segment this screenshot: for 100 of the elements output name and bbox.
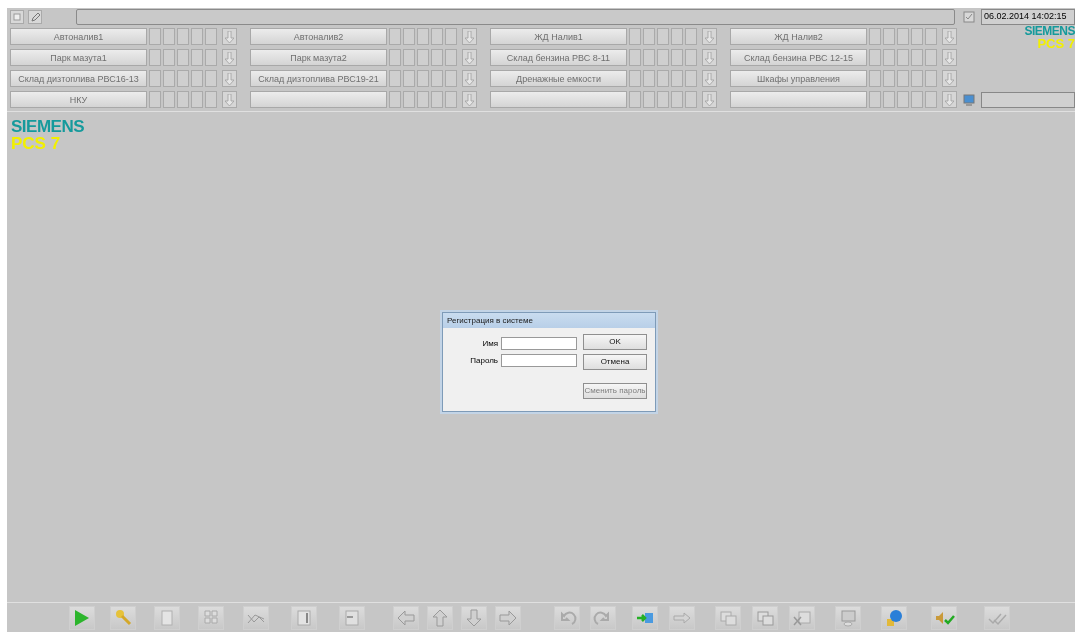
toolbar-button[interactable] (632, 605, 658, 630)
area-button[interactable]: Автоналив1 (10, 28, 147, 45)
alarm-indicator (389, 91, 401, 108)
alarm-indicator (897, 49, 909, 66)
down-arrow-icon (705, 30, 714, 43)
alarm-indicator (149, 28, 161, 45)
alarm-indicator (883, 49, 895, 66)
toolbar-button[interactable] (752, 605, 778, 630)
down-arrow-icon (225, 30, 234, 43)
datetime-field: 06.02.2014 14:02:15 (981, 9, 1075, 25)
area-button[interactable]: Парк мазута1 (10, 49, 147, 66)
area-button[interactable]: Дренажные емкости (490, 70, 627, 87)
area-button[interactable]: ЖД Налив1 (490, 28, 627, 45)
toolbar-button[interactable] (835, 605, 861, 630)
toolbar-button[interactable] (69, 605, 95, 630)
toolbar-button[interactable] (554, 605, 580, 630)
down-arrow-icon (945, 93, 954, 106)
alarm-indicator (191, 28, 203, 45)
toolbar-button[interactable] (243, 605, 269, 630)
alarm-indicator (403, 70, 415, 87)
input-field[interactable] (501, 354, 577, 367)
dialog-button[interactable]: Отмена (583, 354, 647, 370)
dialog-button[interactable]: OK (583, 334, 647, 350)
area-down-button[interactable] (702, 91, 717, 108)
input-field[interactable] (501, 337, 577, 350)
toolbar-button[interactable] (393, 605, 419, 630)
area-down-button[interactable] (702, 70, 717, 87)
alarm-indicator (897, 70, 909, 87)
area-button[interactable]: Склад бензина РВС 12-15 (730, 49, 867, 66)
area-down-button[interactable] (222, 28, 237, 45)
alarm-indicator (869, 49, 881, 66)
toolbar-button[interactable] (427, 605, 453, 630)
toolbar-button[interactable] (715, 605, 741, 630)
alarm-indicator (417, 28, 429, 45)
alarm-indicator (657, 70, 669, 87)
area-down-button[interactable] (942, 91, 957, 108)
alarm-indicator (191, 70, 203, 87)
alarm-indicator (883, 28, 895, 45)
alarm-indicator (869, 91, 881, 108)
alarm-indicator (389, 70, 401, 87)
alarm-indicator (685, 49, 697, 66)
area-down-button[interactable] (702, 49, 717, 66)
alarm-indicator (403, 49, 415, 66)
alarm-indicator (629, 28, 641, 45)
down-arrow-icon (705, 72, 714, 85)
area-down-button[interactable] (462, 28, 477, 45)
monitor-icon[interactable] (963, 94, 975, 106)
area-button[interactable]: Склад бензина РВС 8-11 (490, 49, 627, 66)
toolbar-button[interactable] (198, 605, 224, 630)
area-down-button[interactable] (222, 70, 237, 87)
area-down-button[interactable] (222, 49, 237, 66)
down-arrow-icon (705, 93, 714, 106)
toolbar-button[interactable] (461, 605, 487, 630)
alarm-indicator (685, 91, 697, 108)
area-button[interactable]: ЖД Налив2 (730, 28, 867, 45)
pen-icon[interactable] (28, 10, 42, 24)
down-arrow-icon (945, 30, 954, 43)
blank-area-button[interactable] (250, 91, 387, 108)
clipboard-icon[interactable] (963, 11, 975, 23)
toolbar-button[interactable] (789, 605, 815, 630)
toolbar-button[interactable] (984, 605, 1010, 630)
area-down-button[interactable] (942, 49, 957, 66)
area-down-button[interactable] (222, 91, 237, 108)
area-down-button[interactable] (942, 28, 957, 45)
down-arrow-icon (465, 30, 474, 43)
area-down-button[interactable] (462, 91, 477, 108)
alarm-indicator (671, 28, 683, 45)
area-down-button[interactable] (942, 70, 957, 87)
area-down-button[interactable] (462, 70, 477, 87)
down-arrow-icon (225, 51, 234, 64)
area-button[interactable]: Склад дизтоплива РВС16-13 (10, 70, 147, 87)
toolbar-button[interactable] (590, 605, 616, 630)
toolbar-button[interactable] (154, 605, 180, 630)
alarm-indicator (671, 49, 683, 66)
alarm-indicator (897, 91, 909, 108)
area-button[interactable]: Шкафы управления (730, 70, 867, 87)
alarm-indicator (925, 91, 937, 108)
down-arrow-icon (465, 51, 474, 64)
alarm-indicator (205, 28, 217, 45)
area-button[interactable]: Парк мазута2 (250, 49, 387, 66)
alarm-indicator (205, 49, 217, 66)
alarm-indicator (149, 70, 161, 87)
alarm-indicator (403, 28, 415, 45)
alarm-indicator (403, 91, 415, 108)
area-button[interactable]: Автоналив2 (250, 28, 387, 45)
area-down-button[interactable] (462, 49, 477, 66)
blank-area-button[interactable] (490, 91, 627, 108)
toolbar-button[interactable] (339, 605, 365, 630)
toolbar-button[interactable] (931, 605, 957, 630)
area-down-button[interactable] (702, 28, 717, 45)
alarm-indicator (671, 70, 683, 87)
alarm-indicator (431, 49, 443, 66)
area-button[interactable]: НКУ (10, 91, 147, 108)
alarm-indicator (869, 70, 881, 87)
alarm-indicator (417, 70, 429, 87)
window-icon[interactable] (10, 10, 24, 24)
toolbar-button[interactable] (495, 605, 521, 630)
blank-area-button[interactable] (730, 91, 867, 108)
area-button[interactable]: Склад дизтоплива РВС19-21 (250, 70, 387, 87)
alarm-indicator (629, 91, 641, 108)
